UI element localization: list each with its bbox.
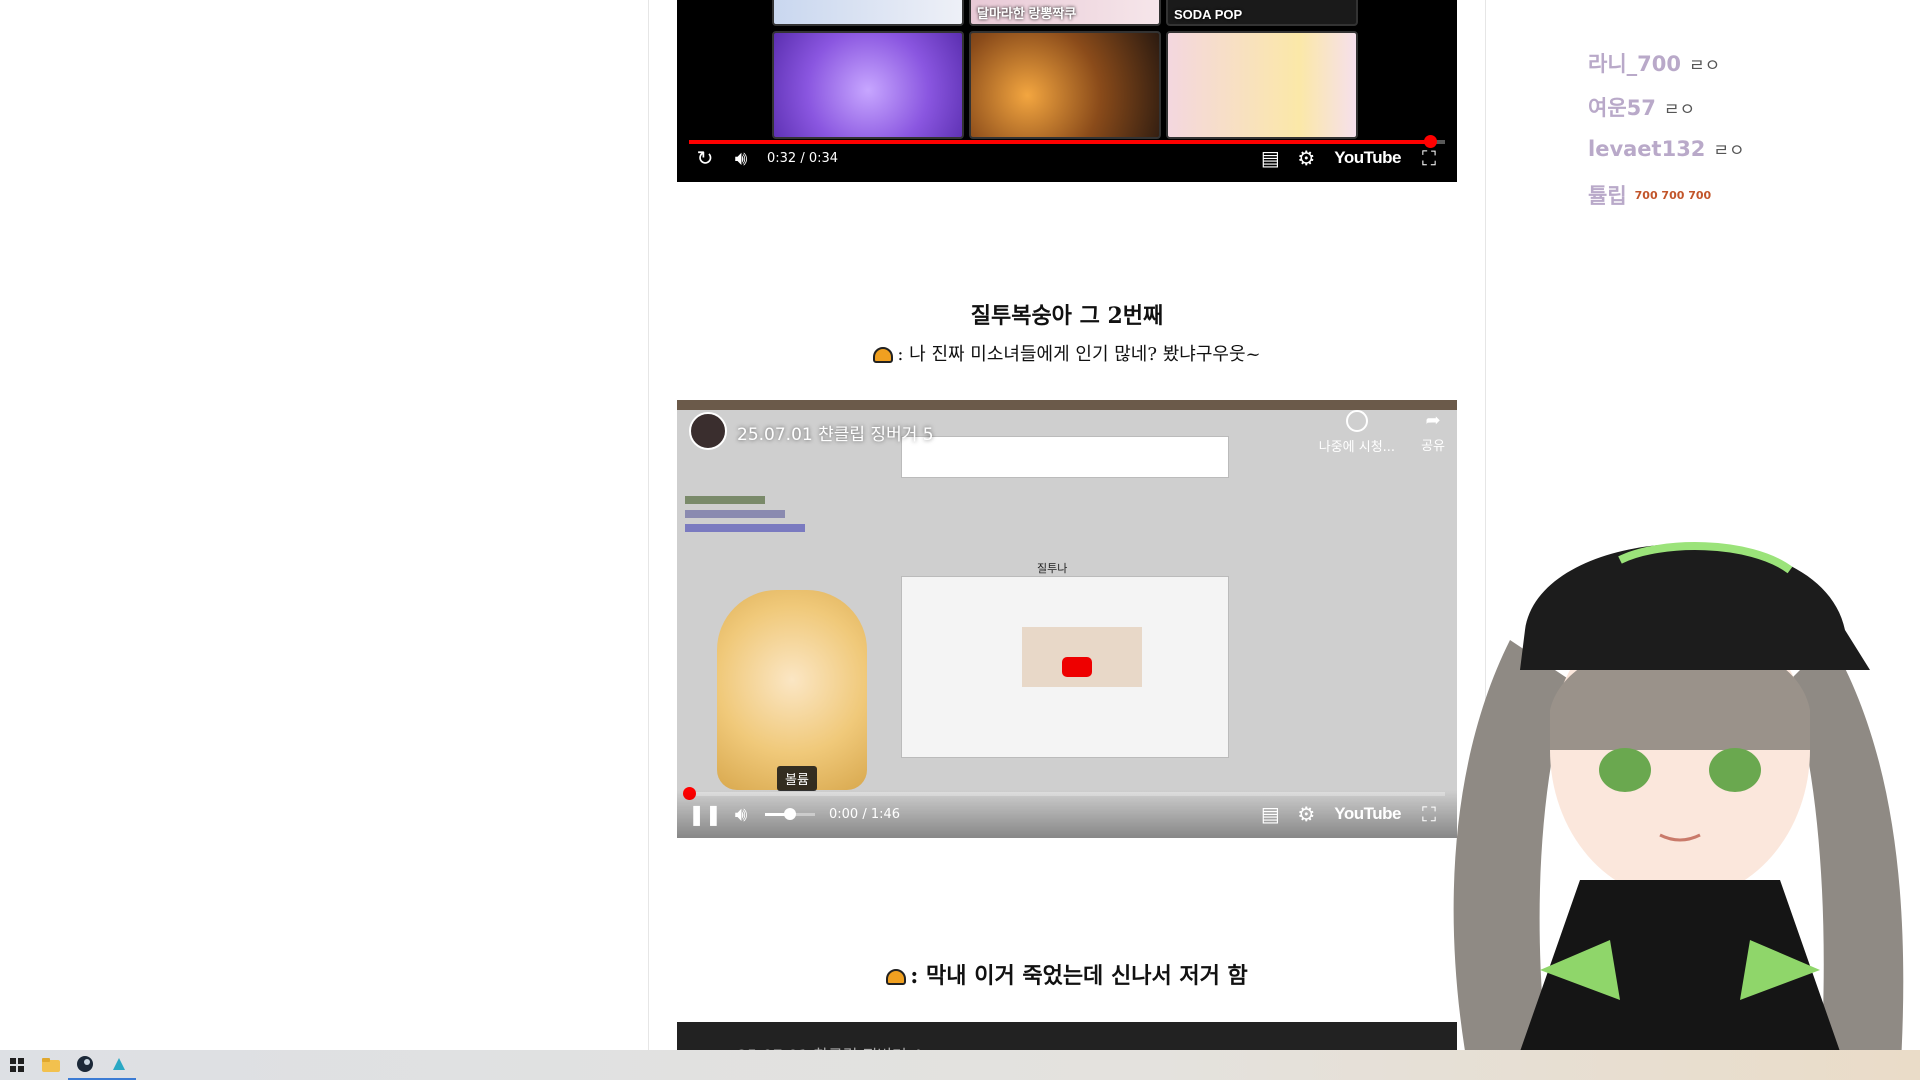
chat-message: 라니_700 ㄹㅇ: [1588, 48, 1720, 78]
chat-message: 튤립 700 700 700: [1588, 180, 1711, 210]
chat-message: 여운57 ㄹㅇ: [1588, 92, 1695, 122]
hat-emoji-icon: [873, 347, 894, 363]
watch-later-label: 나중에 시청...: [1318, 440, 1396, 455]
subtitles-icon[interactable]: ▤: [1252, 796, 1288, 832]
video-player-1[interactable]: 달마라한 랑뽕짝쿠 SODA POP ↻ 🔊︎ 0:32 / 0:34 ▤ ⚙ …: [677, 0, 1457, 182]
chat-username: 여운57: [1588, 96, 1656, 120]
fullscreen-icon[interactable]: ⛶: [1411, 140, 1447, 176]
channel-avatar[interactable]: [689, 412, 727, 450]
clock-icon: [1345, 410, 1368, 432]
suggested-video-thumbnail[interactable]: SODA POP: [1166, 0, 1358, 26]
settings-gear-icon[interactable]: ⚙: [1288, 796, 1324, 832]
chat-text: ㄹㅇ: [1663, 99, 1696, 120]
top-actions: 나중에 시청... ➦ 공유: [1319, 410, 1445, 455]
suggested-video-thumbnail[interactable]: [1166, 31, 1358, 139]
settings-gear-icon[interactable]: ⚙: [1288, 140, 1324, 176]
share-label: 공유: [1421, 439, 1445, 454]
chat-username: 라니_700: [1588, 52, 1681, 76]
subtitles-icon[interactable]: ▤: [1252, 140, 1288, 176]
thumbnail-caption: SODA POP: [1174, 7, 1243, 22]
steam-icon[interactable]: [68, 1050, 102, 1080]
youtube-logo[interactable]: YouTube: [1334, 804, 1401, 824]
hat-emoji-icon: [886, 969, 907, 985]
content-border-left: [648, 0, 649, 1050]
time-display: 0:00 / 1:46: [829, 806, 901, 822]
chat-screenshot: [677, 490, 887, 550]
inner-label: 질투나: [1037, 562, 1068, 575]
chat-username: 튤립: [1588, 184, 1627, 208]
section-heading: 질투복숭아 그 2번째: [970, 303, 1164, 329]
chat-message: levaet132 ㄹㅇ: [1588, 136, 1745, 162]
heading-text: : 막내 이거 죽었는데 신나서 저거 함: [910, 963, 1248, 989]
player-controls: ❚❚ 🔊︎ 0:00 / 1:46 ▤ ⚙ YouTube ⛶: [677, 790, 1457, 838]
section-subheading: : 나 진짜 미소녀들에게 인기 많네? 봤냐구우웃~: [677, 340, 1457, 366]
embedded-screenshot: [901, 436, 1229, 478]
volume-icon[interactable]: 🔊︎: [723, 140, 759, 176]
thumbnail-caption: 달마라한 랑뽕짝쿠: [977, 6, 1077, 21]
share-button[interactable]: ➦ 공유: [1421, 410, 1445, 455]
video-title[interactable]: 25.07.01 챤클립 징버거 5: [737, 420, 934, 445]
chat-emote: 700 700 700: [1634, 188, 1712, 202]
youtube-logo[interactable]: YouTube: [1334, 148, 1401, 168]
watch-later-button[interactable]: 나중에 시청...: [1319, 410, 1395, 455]
volume-knob[interactable]: [784, 807, 796, 820]
time-display: 0:32 / 0:34: [767, 150, 839, 166]
chat-text: ㄹㅇ: [1713, 141, 1745, 161]
volume-tooltip: 볼륨: [777, 766, 817, 791]
vtuber-avatar: [1453, 542, 1904, 1080]
volume-icon[interactable]: 🔊︎: [723, 796, 759, 832]
replay-icon[interactable]: ↻: [687, 140, 723, 176]
character-illustration: [717, 590, 867, 790]
chat-text: ㄹㅇ: [1688, 55, 1721, 76]
subheading-text: : 나 진짜 미소녀들에게 인기 많네? 봤냐구우웃~: [897, 344, 1261, 365]
player-controls: ↻ 🔊︎ 0:32 / 0:34 ▤ ⚙ YouTube ⛶: [677, 134, 1457, 182]
windows-start-icon[interactable]: [0, 1050, 34, 1080]
suggested-video-thumbnail[interactable]: 달마라한 랑뽕짝쿠: [969, 0, 1161, 26]
suggested-video-thumbnail[interactable]: [772, 31, 964, 139]
section-heading: : 막내 이거 죽었는데 신나서 저거 함: [677, 958, 1457, 990]
browser-tabstrip-screenshot: [677, 400, 1457, 410]
file-explorer-icon[interactable]: [34, 1050, 68, 1080]
embedded-video-screenshot: [901, 576, 1229, 758]
video-player-2[interactable]: 질투나 25.07.01 챤클립 징버거 5 나중에 시청... ➦ 공유 볼륨…: [677, 400, 1457, 838]
suggested-video-thumbnail[interactable]: [969, 31, 1161, 139]
chat-username: levaet132: [1588, 136, 1706, 161]
taskbar: [0, 1050, 1920, 1080]
suggested-video-thumbnail[interactable]: [772, 0, 964, 26]
app-icon[interactable]: [102, 1050, 136, 1080]
volume-slider[interactable]: [765, 807, 815, 820]
share-arrow-icon: ➦: [1425, 410, 1441, 431]
pause-icon[interactable]: ❚❚: [687, 796, 723, 832]
